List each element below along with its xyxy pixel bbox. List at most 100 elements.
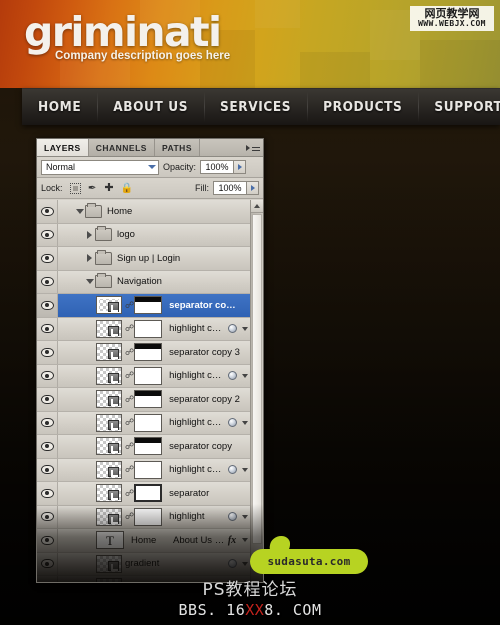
layer-row-highlight-copy-2[interactable]: ☍ highlight copy 2 <box>37 411 263 435</box>
layer-thumbnail[interactable] <box>96 366 122 385</box>
layer-mask-thumbnail[interactable] <box>134 366 163 385</box>
layer-thumbnail[interactable] <box>96 554 122 573</box>
nav-item-products[interactable]: PRODUCTS <box>307 92 418 122</box>
eye-icon[interactable] <box>37 270 58 293</box>
layer-row-home-group[interactable]: Home <box>37 200 263 224</box>
layer-row-separator[interactable]: ☍ separator <box>37 482 263 506</box>
layer-mask-thumbnail[interactable] <box>134 343 163 362</box>
layer-row-logo-group[interactable]: logo <box>37 223 263 247</box>
layer-row-highlight[interactable]: ☍ highlight <box>37 505 263 529</box>
eye-icon[interactable] <box>37 505 58 528</box>
layer-style-icon[interactable] <box>226 324 239 334</box>
fill-input[interactable]: 100% <box>213 181 247 195</box>
layer-thumbnail[interactable] <box>96 296 122 315</box>
layer-mask-thumbnail[interactable] <box>134 319 163 338</box>
layer-row-separator-copy-2[interactable]: ☍ separator copy 2 <box>37 388 263 412</box>
type-layer-icon[interactable]: T <box>96 531 124 550</box>
eye-icon[interactable] <box>37 458 58 481</box>
opacity-stepper[interactable] <box>234 160 247 174</box>
layer-row-highlight-copy[interactable]: ☍ highlight copy <box>37 458 263 482</box>
eye-icon[interactable] <box>37 247 58 270</box>
layer-row-navigation-group[interactable]: Navigation <box>37 270 263 294</box>
fill-stepper[interactable] <box>247 181 259 195</box>
layer-mask-thumbnail[interactable] <box>134 460 163 479</box>
eye-icon[interactable] <box>37 200 58 223</box>
expand-styles-icon[interactable] <box>239 538 250 543</box>
mask-link-icon[interactable]: ☍ <box>125 465 134 474</box>
site-logo[interactable]: griminati Company description goes here <box>24 12 230 63</box>
layer-thumbnail[interactable] <box>96 460 122 479</box>
mask-link-icon[interactable]: ☍ <box>125 300 134 310</box>
layer-mask-thumbnail[interactable] <box>134 507 163 526</box>
layer-thumbnail[interactable] <box>96 319 122 338</box>
eye-icon[interactable] <box>37 435 58 458</box>
eye-icon[interactable] <box>37 388 58 411</box>
opacity-input[interactable]: 100% <box>200 160 235 174</box>
fx-icon[interactable]: fx <box>225 535 239 546</box>
layers-scrollbar[interactable] <box>250 200 263 582</box>
eye-icon[interactable] <box>37 223 58 246</box>
layer-style-icon[interactable] <box>226 465 239 475</box>
blend-mode-select[interactable]: Normal <box>41 159 159 175</box>
expand-styles-icon[interactable] <box>239 373 250 378</box>
scrollbar-thumb[interactable] <box>252 214 262 544</box>
disclosure-triangle-icon[interactable] <box>74 208 85 214</box>
mask-link-icon[interactable]: ☍ <box>125 394 134 404</box>
layer-row-separator-copy-3[interactable]: ☍ separator copy 3 <box>37 341 263 365</box>
mask-link-icon[interactable]: ☍ <box>125 371 134 380</box>
layer-thumbnail[interactable] <box>96 390 122 409</box>
layer-mask-thumbnail[interactable] <box>134 296 163 315</box>
layer-thumbnail[interactable] <box>96 437 122 456</box>
lock-all-icon[interactable]: 🔒 <box>121 183 133 194</box>
layer-style-icon[interactable] <box>226 512 239 522</box>
eye-icon[interactable] <box>37 529 58 552</box>
tab-layers[interactable]: LAYERS <box>37 139 89 156</box>
layer-row-separator-copy[interactable]: ☍ separator copy <box>37 435 263 459</box>
layer-thumbnail[interactable] <box>96 343 122 362</box>
mask-link-icon[interactable]: ☍ <box>125 418 134 427</box>
eye-icon[interactable] <box>37 364 58 387</box>
nav-item-home[interactable]: HOME <box>22 99 97 115</box>
layer-thumbnail[interactable] <box>96 484 122 503</box>
mask-link-icon[interactable]: ☍ <box>125 441 134 451</box>
expand-styles-icon[interactable] <box>239 420 250 425</box>
tab-paths[interactable]: PATHS <box>154 139 200 156</box>
panel-menu-icon[interactable] <box>246 142 260 154</box>
disclosure-triangle-icon[interactable] <box>84 254 95 263</box>
layer-row-separator-copy-4[interactable]: ☍ separator copy 4 <box>37 294 263 318</box>
eye-icon[interactable] <box>37 552 58 575</box>
expand-styles-icon[interactable] <box>239 467 250 472</box>
disclosure-triangle-icon[interactable] <box>84 279 95 285</box>
expand-styles-icon[interactable] <box>239 326 250 331</box>
layer-row-text-home-about-us[interactable]: T Home About Us ... fx <box>37 529 263 553</box>
tab-channels[interactable]: CHANNELS <box>88 139 155 156</box>
mask-link-icon[interactable]: ☍ <box>125 512 134 521</box>
mask-link-icon[interactable]: ☍ <box>125 324 134 333</box>
lock-position-icon[interactable]: ✚ <box>104 182 115 194</box>
mask-link-icon[interactable]: ☍ <box>125 347 134 357</box>
nav-item-about-us[interactable]: ABOUT US <box>97 92 204 122</box>
layer-row-signup-login-group[interactable]: Sign up | Login <box>37 247 263 271</box>
layer-style-icon[interactable] <box>226 371 239 381</box>
layer-row-highlight-copy-4[interactable]: ☍ highlight copy 4 <box>37 317 263 341</box>
eye-icon[interactable] <box>37 411 58 434</box>
nav-item-services[interactable]: SERVICES <box>204 92 307 122</box>
layer-style-icon[interactable] <box>226 418 239 428</box>
eye-icon[interactable] <box>37 482 58 505</box>
layer-row-highlight-copy-3[interactable]: ☍ highlight copy 3 <box>37 364 263 388</box>
disclosure-triangle-icon[interactable] <box>84 230 95 239</box>
expand-styles-icon[interactable] <box>239 561 250 566</box>
layer-mask-thumbnail[interactable] <box>134 413 163 432</box>
eye-icon[interactable] <box>37 294 58 317</box>
lock-image-icon[interactable]: ✒ <box>87 183 98 194</box>
eye-icon[interactable] <box>37 341 58 364</box>
expand-styles-icon[interactable] <box>239 514 250 519</box>
layer-style-icon[interactable] <box>226 559 239 569</box>
layer-mask-thumbnail[interactable] <box>134 437 163 456</box>
layer-thumbnail[interactable] <box>96 507 122 526</box>
lock-transparent-icon[interactable] <box>69 182 81 194</box>
layer-row-gradient[interactable]: gradient <box>37 552 263 576</box>
nav-item-support[interactable]: SUPPORT <box>418 92 500 122</box>
mask-link-icon[interactable]: ☍ <box>125 488 134 498</box>
layer-mask-thumbnail[interactable] <box>134 390 163 409</box>
